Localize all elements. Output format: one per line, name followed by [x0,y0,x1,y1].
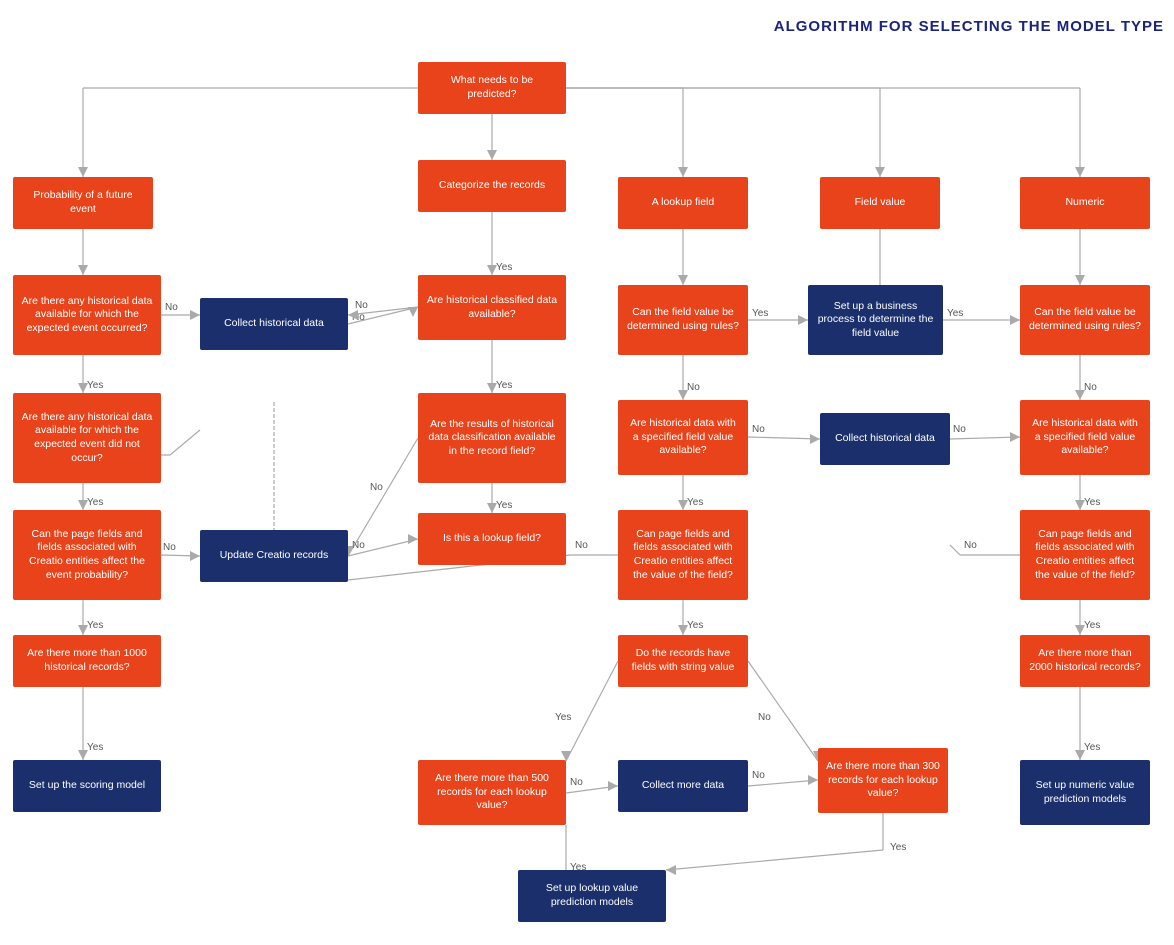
svg-text:No: No [570,777,583,788]
node-historical-data-not-occurred: Are there any historical data available … [13,393,161,483]
node-more-than-300: Are there more than 300 records for each… [818,748,948,813]
node-historical-field-value-numeric: Are historical data with a specified fie… [1020,400,1150,475]
node-collect-historical-left: Collect historical data [200,298,348,350]
node-field-value: Field value [820,177,940,229]
svg-text:Yes: Yes [687,497,703,508]
svg-text:Yes: Yes [752,308,768,319]
node-categorize-records: Categorize the records [418,160,566,212]
node-field-value-rules-lookup: Can the field value be determined using … [618,285,748,355]
svg-text:Yes: Yes [947,308,963,319]
node-probability-future-event: Probability of a future event [13,177,153,229]
svg-text:Yes: Yes [1084,742,1100,753]
svg-text:No: No [352,312,365,323]
svg-text:No: No [355,300,368,311]
svg-text:No: No [163,542,176,553]
node-string-fields: Do the records have fields with string v… [618,635,748,687]
svg-text:No: No [575,540,588,551]
node-collect-historical-right-mid: Collect historical data [820,413,950,465]
svg-text:Yes: Yes [87,380,103,391]
node-business-process: Set up a business process to determine t… [808,285,943,355]
node-historical-classification-results: Are the results of historical data class… [418,393,566,483]
node-historical-data-occurred: Are there any historical data available … [13,275,161,355]
svg-text:Yes: Yes [1084,620,1100,631]
svg-text:No: No [752,770,765,781]
node-page-fields-affect-prob: Can the page fields and fields associate… [13,510,161,600]
svg-text:No: No [752,424,765,435]
node-what-needs-predicted: What needs to be predicted? [418,62,566,114]
svg-text:Yes: Yes [87,497,103,508]
connectors-svg: No No Yes Yes Yes Yes Yes [0,0,1174,945]
diagram-container: ALGORITHM FOR SELECTING THE MODEL TYPE N… [0,0,1174,945]
svg-text:No: No [964,540,977,551]
svg-text:Yes: Yes [496,380,512,391]
svg-text:No: No [953,424,966,435]
node-lookup-field: A lookup field [618,177,748,229]
node-more-than-2000: Are there more than 2000 historical reco… [1020,635,1150,687]
svg-text:No: No [758,712,771,723]
node-historical-field-value-lookup: Are historical data with a specified fie… [618,400,748,475]
svg-text:Yes: Yes [87,742,103,753]
node-lookup-prediction: Set up lookup value prediction models [518,870,666,922]
node-numeric: Numeric [1020,177,1150,229]
node-update-creatio: Update Creatio records [200,530,348,582]
node-page-fields-affect-numeric: Can page fields and fields associated wi… [1020,510,1150,600]
svg-text:No: No [165,302,178,313]
svg-text:Yes: Yes [1084,497,1100,508]
svg-text:Yes: Yes [555,712,571,723]
node-numeric-prediction: Set up numeric value prediction models [1020,760,1150,825]
svg-text:No: No [1084,382,1097,393]
node-scoring-model: Set up the scoring model [13,760,161,812]
node-page-fields-affect-lookup: Can page fields and fields associated wi… [618,510,748,600]
node-historical-classified: Are historical classified data available… [418,275,566,340]
svg-text:Yes: Yes [496,500,512,511]
svg-text:Yes: Yes [687,620,703,631]
svg-text:No: No [687,382,700,393]
svg-text:No: No [370,482,383,493]
diagram-title: ALGORITHM FOR SELECTING THE MODEL TYPE [774,18,1164,35]
node-field-value-rules-numeric: Can the field value be determined using … [1020,285,1150,355]
node-more-than-1000: Are there more than 1000 historical reco… [13,635,161,687]
svg-text:Yes: Yes [890,842,906,853]
node-more-than-500: Are there more than 500 records for each… [418,760,566,825]
svg-text:Yes: Yes [496,262,512,273]
node-is-lookup-field: Is this a lookup field? [418,513,566,565]
svg-text:No: No [352,540,365,551]
node-collect-more-data: Collect more data [618,760,748,812]
svg-text:Yes: Yes [87,620,103,631]
